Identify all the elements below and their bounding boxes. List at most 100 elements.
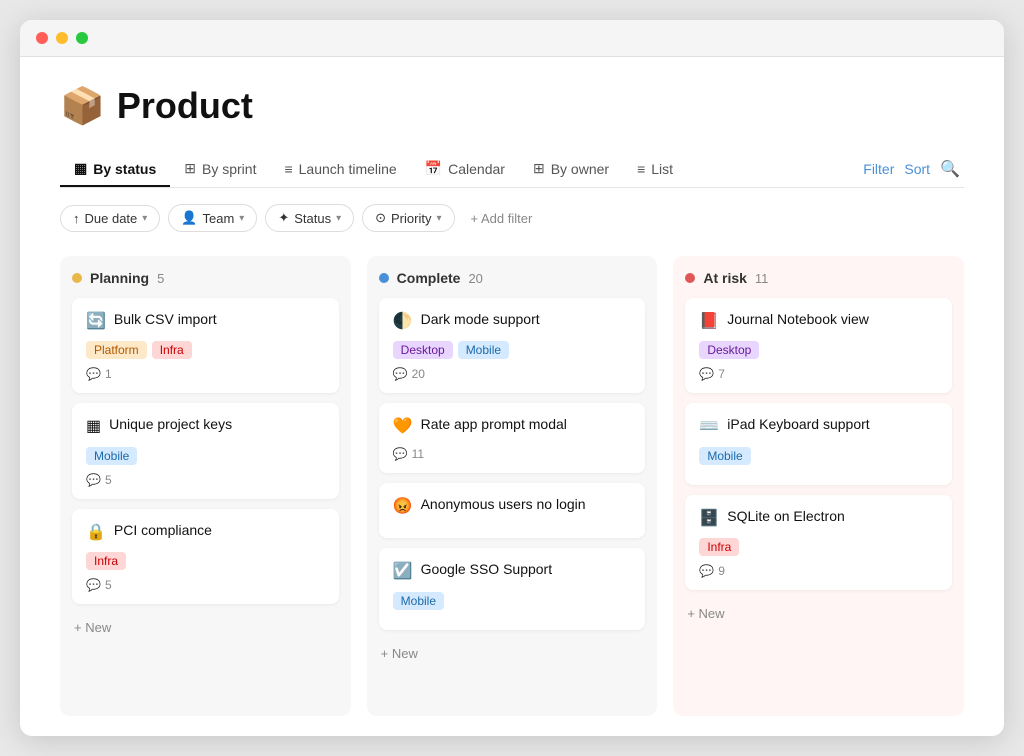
tab-by-owner[interactable]: ⊞ By owner [519, 152, 623, 187]
filter-action[interactable]: Filter [863, 161, 894, 177]
tab-by-sprint[interactable]: ⊞ By sprint [170, 152, 270, 187]
tab-by-status-label: By status [93, 161, 156, 177]
bulk-csv-icon: 🔄 [86, 311, 106, 333]
at-risk-count: 11 [755, 271, 769, 286]
filter-due-date[interactable]: ↑ Due date ▾ [60, 205, 160, 232]
filters-row: ↑ Due date ▾ 👤 Team ▾ ✦ Status ▾ ⊙ Prior… [60, 204, 964, 232]
card-pci-title: 🔒 PCI compliance [86, 521, 325, 544]
card-pci: 🔒 PCI compliance Infra 💬 5 [72, 509, 339, 604]
pci-tags: Infra [86, 552, 325, 570]
tab-calendar[interactable]: 📅 Calendar [411, 152, 519, 187]
unique-keys-footer: 💬 5 [86, 473, 325, 487]
card-rate-app: 🧡 Rate app prompt modal 💬 11 [379, 403, 646, 472]
card-bulk-csv: 🔄 Bulk CSV import Platform Infra 💬 1 [72, 298, 339, 393]
due-date-icon: ↑ [73, 211, 80, 226]
tabs-row: ▦ By status ⊞ By sprint ≡ Launch timelin… [60, 151, 964, 188]
card-sqlite-title: 🗄️ SQLite on Electron [699, 507, 938, 530]
planning-title: Planning [90, 270, 149, 286]
maximize-button[interactable] [76, 32, 88, 44]
planning-count: 5 [157, 271, 164, 286]
comment-icon: 💬 [86, 473, 101, 487]
tag-infra-pci: Infra [86, 552, 126, 570]
tab-launch-timeline[interactable]: ≡ Launch timeline [270, 153, 410, 187]
card-google-sso-title: ☑️ Google SSO Support [393, 560, 632, 583]
column-complete: Complete 20 🌓 Dark mode support Desktop … [367, 256, 658, 716]
priority-label: Priority [391, 211, 431, 226]
pci-comments: 5 [105, 578, 112, 592]
journal-tags: Desktop [699, 341, 938, 359]
minimize-button[interactable] [56, 32, 68, 44]
planning-new-button[interactable]: + New [72, 614, 339, 641]
tag-mobile: Mobile [86, 447, 137, 465]
comment-icon: 💬 [393, 447, 408, 461]
unique-keys-icon: ▦ [86, 416, 101, 438]
card-google-sso: ☑️ Google SSO Support Mobile [379, 548, 646, 629]
filter-status[interactable]: ✦ Status ▾ [265, 204, 354, 232]
sort-action[interactable]: Sort [904, 161, 930, 177]
add-filter-button[interactable]: + Add filter [463, 206, 541, 231]
at-risk-new-button[interactable]: + New [685, 600, 952, 627]
anonymous-icon: 😡 [393, 496, 413, 518]
due-date-chevron-icon: ▾ [142, 213, 147, 224]
tab-by-sprint-label: By sprint [202, 161, 256, 177]
search-icon[interactable]: 🔍 [940, 159, 960, 179]
priority-icon: ⊙ [375, 210, 386, 226]
tab-by-owner-label: By owner [551, 161, 609, 177]
team-icon: 👤 [181, 210, 197, 226]
tab-by-status-icon: ▦ [74, 160, 87, 177]
column-planning: Planning 5 🔄 Bulk CSV import Platform In… [60, 256, 351, 716]
tab-calendar-label: Calendar [448, 161, 505, 177]
card-journal-title: 📕 Journal Notebook view [699, 310, 938, 333]
sqlite-comments: 9 [718, 564, 725, 578]
titlebar [20, 20, 1004, 57]
sqlite-icon: 🗄️ [699, 508, 719, 530]
card-sqlite: 🗄️ SQLite on Electron Infra 💬 9 [685, 495, 952, 590]
column-complete-header: Complete 20 [379, 270, 646, 286]
tab-by-status[interactable]: ▦ By status [60, 152, 170, 187]
card-unique-keys: ▦ Unique project keys Mobile 💬 5 [72, 403, 339, 498]
status-chevron-icon: ▾ [336, 213, 341, 224]
card-dark-mode: 🌓 Dark mode support Desktop Mobile 💬 20 [379, 298, 646, 393]
at-risk-title: At risk [703, 270, 747, 286]
planning-dot [72, 273, 82, 283]
tag-infra: Infra [152, 341, 192, 359]
column-planning-header: Planning 5 [72, 270, 339, 286]
filter-team[interactable]: 👤 Team ▾ [168, 204, 257, 232]
sqlite-footer: 💬 9 [699, 564, 938, 578]
page-icon: 📦 [60, 85, 105, 127]
close-button[interactable] [36, 32, 48, 44]
tag-platform: Platform [86, 341, 147, 359]
due-date-label: Due date [85, 211, 138, 226]
card-anonymous-title: 😡 Anonymous users no login [393, 495, 632, 518]
page-title: Product [117, 85, 253, 127]
card-anonymous: 😡 Anonymous users no login [379, 483, 646, 538]
complete-new-button[interactable]: + New [379, 640, 646, 667]
dark-mode-tags: Desktop Mobile [393, 341, 632, 359]
tag-mobile-dark: Mobile [458, 341, 509, 359]
column-at-risk: At risk 11 📕 Journal Notebook view Deskt… [673, 256, 964, 716]
tab-list-label: List [651, 161, 673, 177]
google-sso-icon: ☑️ [393, 561, 413, 583]
tab-list[interactable]: ≡ List [623, 153, 687, 187]
complete-new-label: + New [381, 646, 418, 661]
dark-mode-comments: 20 [412, 367, 425, 381]
planning-new-label: + New [74, 620, 111, 635]
ipad-keyboard-icon: ⌨️ [699, 416, 719, 438]
tab-by-owner-icon: ⊞ [533, 160, 545, 177]
filter-priority[interactable]: ⊙ Priority ▾ [362, 204, 454, 232]
journal-icon: 📕 [699, 311, 719, 333]
journal-footer: 💬 7 [699, 367, 938, 381]
status-label: Status [294, 211, 331, 226]
page-header: 📦 Product [60, 85, 964, 127]
complete-title: Complete [397, 270, 461, 286]
comment-icon: 💬 [699, 367, 714, 381]
tag-infra-sqlite: Infra [699, 538, 739, 556]
card-bulk-csv-title: 🔄 Bulk CSV import [86, 310, 325, 333]
pci-footer: 💬 5 [86, 578, 325, 592]
comment-icon: 💬 [86, 367, 101, 381]
at-risk-new-label: + New [687, 606, 724, 621]
column-at-risk-header: At risk 11 [685, 270, 952, 286]
card-journal: 📕 Journal Notebook view Desktop 💬 7 [685, 298, 952, 393]
google-sso-tags: Mobile [393, 592, 632, 610]
rate-app-icon: 🧡 [393, 416, 413, 438]
